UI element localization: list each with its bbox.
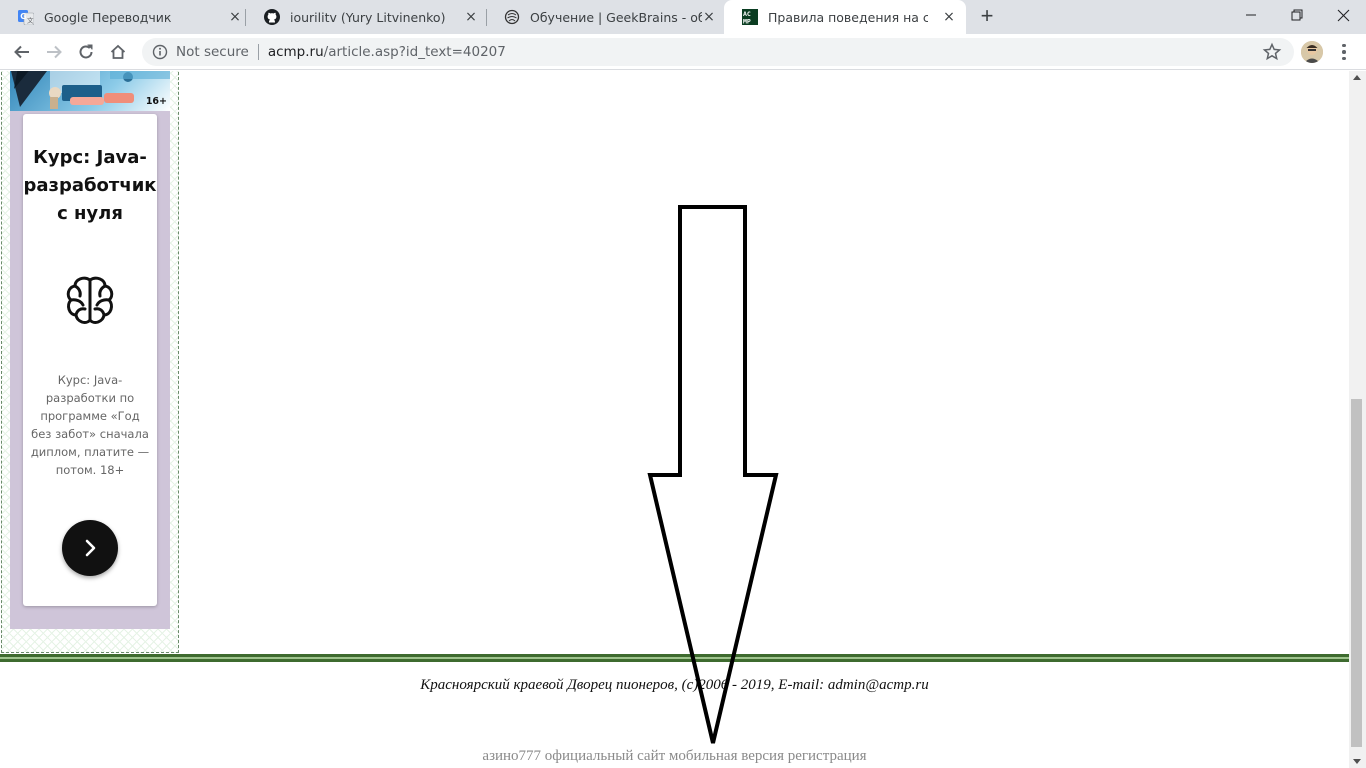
forward-button[interactable] <box>42 40 66 64</box>
tab-title: Google Переводчик <box>44 9 172 25</box>
page-viewport: 16+ Курс: Java-разработчик с нуля Курс: … <box>0 71 1349 768</box>
tab-strip: G文 Google Переводчик × iourilitv (Yury L… <box>0 0 1366 34</box>
reload-icon <box>79 44 93 59</box>
ad-go-button[interactable] <box>62 520 118 576</box>
address-bar[interactable]: Not secure acmp.ru/article.asp?id_text=4… <box>142 38 1294 66</box>
arrow-right-icon <box>47 45 62 59</box>
svg-text:MP: MP <box>743 18 751 26</box>
ad-description: Курс: Java-разработки по программе «Год … <box>30 373 150 477</box>
browser-window: G文 Google Переводчик × iourilitv (Yury L… <box>0 0 1366 768</box>
acmp-icon: AC MP <box>742 9 758 25</box>
tab-title: Правила поведения на сайте <box>768 9 928 25</box>
browser-toolbar: Not secure acmp.ru/article.asp?id_text=4… <box>0 34 1366 70</box>
restore-icon <box>1291 9 1303 21</box>
minimize-button[interactable] <box>1228 0 1274 30</box>
age-rating-badge: 16+ <box>145 96 167 107</box>
tab-title: iourilitv (Yury Litvinenko) <box>290 9 446 25</box>
svg-text:G: G <box>20 12 26 21</box>
back-button[interactable] <box>10 40 34 64</box>
restore-button[interactable] <box>1274 0 1320 30</box>
bookmark-star-icon[interactable] <box>1262 42 1282 62</box>
geekbrains-icon <box>504 9 520 25</box>
home-button[interactable] <box>106 40 130 64</box>
tab-acmp[interactable]: ACMP Правила поведения на сайте × <box>724 0 966 34</box>
minimize-icon <box>1246 14 1256 16</box>
security-label: Not secure <box>176 44 249 60</box>
url-path: /article.asp?id_text=40207 <box>323 44 506 60</box>
svg-text:文: 文 <box>27 16 34 25</box>
footer-copyright: Красноярский краевой Дворец пионеров, (c… <box>420 677 929 693</box>
tab-geekbrains[interactable]: Обучение | GeekBrains - образо × <box>486 0 724 34</box>
tab-close-icon[interactable]: × <box>228 10 242 24</box>
tab-github[interactable]: iourilitv (Yury Litvinenko) × <box>246 0 486 34</box>
profile-avatar[interactable] <box>1301 41 1323 63</box>
scroll-up-arrow-icon[interactable] <box>1353 75 1361 80</box>
url-host: acmp.ru <box>267 44 324 60</box>
scroll-down-arrow-icon[interactable] <box>1353 759 1361 764</box>
browser-menu-button[interactable] <box>1336 42 1352 62</box>
tab-close-icon[interactable]: × <box>464 10 478 24</box>
github-icon <box>264 9 280 25</box>
down-arrow-annotation <box>647 205 779 744</box>
ad-illustration: 16+ <box>10 71 170 111</box>
info-icon[interactable] <box>152 44 168 60</box>
vertical-scrollbar[interactable] <box>1349 71 1366 768</box>
tab-close-icon[interactable]: × <box>942 10 956 24</box>
new-tab-button[interactable]: + <box>976 5 998 28</box>
advertisement-banner[interactable]: 16+ Курс: Java-разработчик с нуля Курс: … <box>10 71 170 629</box>
home-icon <box>110 44 126 59</box>
tab-close-icon[interactable]: × <box>702 10 716 24</box>
user-avatar-icon <box>1301 41 1323 63</box>
tab-google-translate[interactable]: G文 Google Переводчик × <box>0 0 246 34</box>
close-window-button[interactable] <box>1320 0 1366 30</box>
google-translate-icon: G文 <box>18 9 34 25</box>
close-icon <box>1337 9 1349 21</box>
ad-title[interactable]: Курс: Java-разработчик с нуля <box>23 144 157 228</box>
reload-button[interactable] <box>74 40 98 64</box>
scrollbar-thumb[interactable] <box>1351 399 1362 747</box>
address-divider <box>257 44 259 60</box>
footer-link[interactable]: азино777 официальный сайт мобильная верс… <box>0 748 1349 765</box>
chevron-right-icon <box>85 539 96 557</box>
ad-card[interactable]: Курс: Java-разработчик с нуля Курс: Java… <box>23 114 157 606</box>
brain-icon <box>63 274 117 328</box>
tab-title: Обучение | GeekBrains - образо <box>530 9 702 25</box>
arrow-left-icon <box>14 45 29 59</box>
footer-divider <box>0 654 1349 662</box>
